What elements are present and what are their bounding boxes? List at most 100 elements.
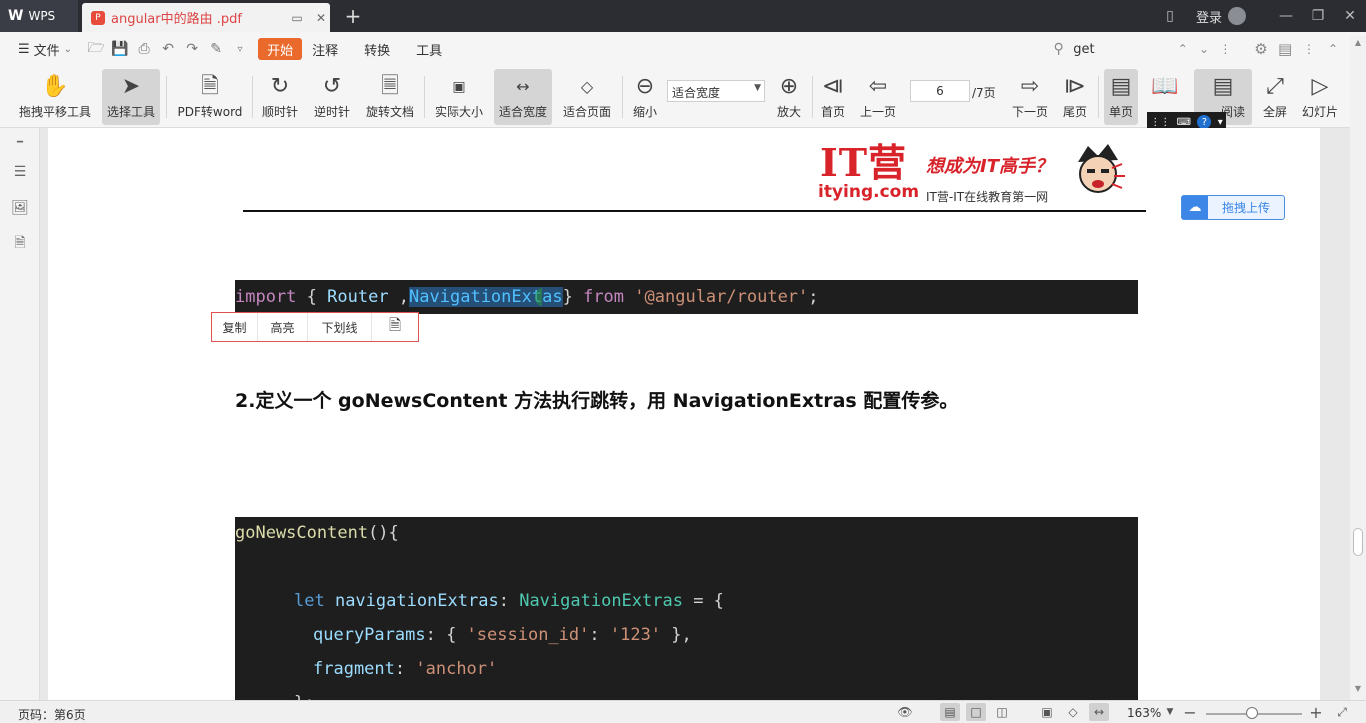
outline-icon[interactable]: ☰	[10, 162, 30, 182]
single-view-icon[interactable]: □	[966, 703, 986, 721]
page-number-input[interactable]: 6	[910, 80, 970, 102]
pdf-to-word-button[interactable]: 🗎 PDF转word	[175, 69, 245, 125]
sidebar-handle-icon[interactable]: ━	[10, 132, 30, 152]
zoom-dropdown-icon[interactable]: ▼	[1160, 703, 1180, 721]
pin-tab-icon[interactable]: ▭	[288, 9, 306, 27]
selected-text[interactable]: NavigationExt	[409, 287, 543, 307]
keyboard-icon[interactable]: ⌨	[1177, 117, 1191, 128]
convert-selection-icon[interactable]: 🗎	[372, 313, 418, 341]
convert-doc-icon[interactable]: 🗎	[10, 234, 30, 254]
zoom-in-status-icon[interactable]: +	[1306, 703, 1326, 722]
highlight-button[interactable]: 高亮	[258, 313, 308, 341]
rotate-clockwise-label: 顺时针	[261, 105, 298, 119]
search-input[interactable]: get	[1073, 42, 1168, 57]
zoom-out-status-icon[interactable]: −	[1180, 703, 1200, 722]
slideshow-button[interactable]: ▷ 幻灯片	[1300, 69, 1340, 125]
drag-upload-button[interactable]: ☁ 拖拽上传	[1181, 195, 1285, 220]
fit-page-status-icon[interactable]: ◇	[1063, 703, 1083, 721]
fullscreen-button[interactable]: ⤢ 全屏	[1260, 69, 1290, 125]
document-viewport[interactable]: IT营 itying.com 想成为IT高手？ IT营-IT在线教育第一网 im…	[40, 128, 1350, 700]
code-line: };	[294, 693, 314, 700]
code-token: (){	[368, 523, 399, 543]
slideshow-label: 幻灯片	[1301, 105, 1338, 119]
two-page-view-icon[interactable]: ◫	[992, 703, 1012, 721]
scroll-up-icon[interactable]: ▲	[1353, 38, 1363, 48]
search-box[interactable]: ⚲ get ⌃ ⌄ ⋮	[1052, 32, 1232, 66]
search-next-icon[interactable]: ⌄	[1197, 42, 1210, 56]
prev-page-button[interactable]: ⇦ 上一页	[857, 69, 899, 125]
login-link[interactable]: 登录	[1196, 7, 1222, 26]
code-token: :	[589, 625, 610, 645]
file-menu[interactable]: ☰ 文件 ⌄	[0, 32, 72, 66]
wps-home-tab[interactable]: W WPS	[0, 0, 78, 32]
pan-tool-label: 拖拽平移工具	[18, 105, 91, 119]
close-window-icon[interactable]: ✕	[1334, 0, 1366, 32]
save-icon[interactable]: 💾	[108, 37, 132, 61]
collapse-ribbon-icon[interactable]: ⌃	[1326, 42, 1340, 56]
single-page-button[interactable]: ▤ 单页	[1104, 69, 1138, 125]
more-menu-icon[interactable]: ⋮	[1302, 42, 1316, 56]
next-page-button[interactable]: ⇨ 下一页	[1010, 69, 1050, 125]
pdf-convert-icon[interactable]: ✎	[204, 37, 228, 61]
pan-tool-button[interactable]: ✋ 拖拽平移工具	[17, 69, 93, 125]
rotate-clockwise-button[interactable]: ↻ 顺时针	[260, 69, 300, 125]
copy-button[interactable]: 复制	[212, 313, 258, 341]
search-prev-icon[interactable]: ⌃	[1176, 42, 1189, 56]
avatar[interactable]	[1228, 7, 1246, 25]
ime-menu-icon[interactable]: ▾	[1218, 117, 1223, 128]
new-tab-button[interactable]: +	[342, 4, 364, 28]
fit-width-button[interactable]: ↔ 适合宽度	[494, 69, 552, 125]
zoom-out-button[interactable]: ⊖ 缩小	[628, 69, 662, 125]
more-options-icon[interactable]: ⋮	[1219, 42, 1232, 56]
last-page-button[interactable]: ⧐ 尾页	[1060, 69, 1090, 125]
selected-text[interactable]: as	[542, 287, 563, 307]
open-folder-icon[interactable]: 🗁	[84, 37, 108, 61]
actual-size-button[interactable]: ▣ 实际大小	[432, 69, 486, 125]
fit-width-status-icon[interactable]: ↔	[1089, 703, 1109, 721]
fullscreen-status-icon[interactable]: ⤢	[1332, 703, 1352, 721]
close-tab-icon[interactable]: ✕	[312, 9, 330, 27]
tab-convert[interactable]: 转换	[364, 32, 390, 66]
zoom-in-button[interactable]: ⊕ 放大	[772, 69, 806, 125]
image-icon[interactable]: 🖼	[10, 198, 30, 218]
help-icon[interactable]: ?	[1197, 115, 1212, 129]
undo-icon[interactable]: ↶	[156, 37, 180, 61]
rotate-counterclockwise-button[interactable]: ↺ 逆时针	[311, 69, 353, 125]
zoom-mode-select[interactable]: 适合宽度 ▼	[667, 80, 765, 102]
print-icon[interactable]: ⎙	[132, 37, 156, 61]
code-block-gonewscontent[interactable]: goNewsContent(){ let navigationExtras: N…	[235, 517, 1138, 700]
continuous-view-icon[interactable]: ▤	[940, 703, 960, 721]
actual-size-label: 实际大小	[434, 105, 483, 119]
dropdown-arrow-icon: ▼	[754, 83, 761, 93]
code-block-import[interactable]: import { Router ,NavigationExtas} from '…	[235, 280, 1138, 314]
zoom-percent[interactable]: 163%	[1127, 706, 1161, 720]
more-dropdown-icon[interactable]: ▿	[228, 37, 252, 61]
settings-icon[interactable]: ⚙	[1254, 40, 1268, 58]
select-tool-button[interactable]: ➤ 选择工具	[102, 69, 160, 125]
rotate-clockwise-icon: ↻	[270, 74, 290, 99]
document-tab[interactable]: P angular中的路由 .pdf ▭ ✕	[82, 3, 330, 32]
comment-icon[interactable]: ▤	[1278, 40, 1292, 58]
grip-icon[interactable]: ⋮⋮	[1150, 117, 1170, 128]
redo-icon[interactable]: ↷	[180, 37, 204, 61]
scroll-down-icon[interactable]: ▼	[1353, 684, 1363, 694]
page-total: /7页	[972, 86, 996, 100]
tablet-mode-icon[interactable]: ▯	[1154, 0, 1186, 32]
tab-annotate[interactable]: 注释	[312, 32, 338, 66]
restore-icon[interactable]: ❐	[1302, 0, 1334, 32]
eye-protection-icon[interactable]: 👁	[895, 703, 915, 721]
minimize-icon[interactable]: —	[1270, 0, 1302, 32]
search-icon[interactable]: ⚲	[1052, 41, 1065, 57]
code-token: },	[661, 625, 692, 645]
vertical-scrollbar[interactable]: ▲ ▼	[1350, 36, 1366, 700]
scroll-thumb[interactable]	[1353, 528, 1363, 556]
actual-size-status-icon[interactable]: ▣	[1037, 703, 1057, 721]
tab-tools[interactable]: 工具	[416, 32, 442, 66]
zoom-slider-knob[interactable]	[1246, 707, 1258, 719]
tab-start[interactable]: 开始	[258, 38, 303, 60]
last-page-icon: ⧐	[1064, 74, 1086, 99]
fit-page-button[interactable]: ◇ 适合页面	[560, 69, 614, 125]
first-page-button[interactable]: ⧏ 首页	[817, 69, 849, 125]
underline-button[interactable]: 下划线	[308, 313, 372, 341]
rotate-document-button[interactable]: 🗏 旋转文档	[363, 69, 417, 125]
